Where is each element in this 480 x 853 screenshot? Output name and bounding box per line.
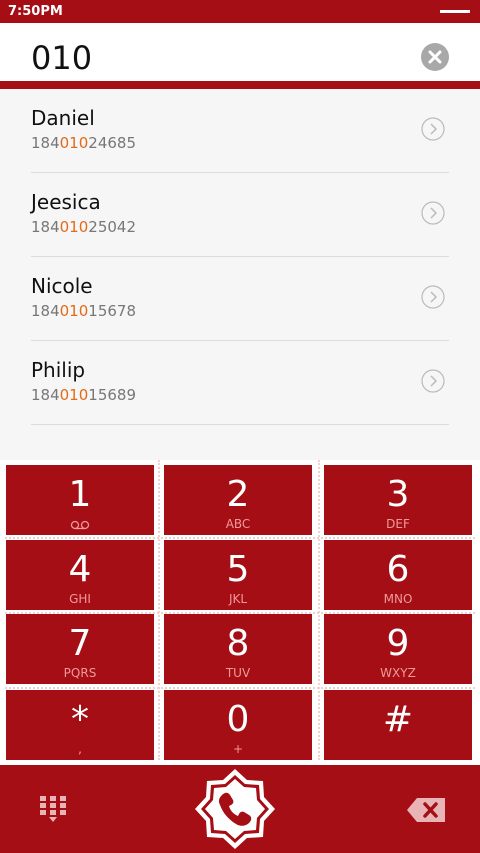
contact-number: 18401015678	[31, 302, 136, 320]
key-2[interactable]: 2 ABC	[164, 465, 312, 535]
dial-input-bar: 010	[0, 23, 480, 89]
key-digit: 0	[226, 699, 250, 740]
list-item[interactable]: Nicole 18401015678	[31, 257, 449, 341]
list-item[interactable]: Philip 18401015689	[31, 341, 449, 425]
key-digit: #	[382, 699, 414, 740]
contact-name: Philip	[31, 358, 86, 382]
key-digit: 2	[226, 474, 250, 515]
matched-digits: 010	[59, 218, 89, 236]
chevron-right-icon[interactable]	[421, 117, 445, 141]
backspace-icon[interactable]	[407, 798, 445, 822]
key-digit: 5	[226, 549, 250, 590]
contact-number: 18401024685	[31, 134, 136, 152]
keypad-divider	[318, 460, 320, 760]
key-digit: 4	[68, 549, 92, 590]
status-bar: 7:50PM	[0, 0, 480, 23]
key-digit: 8	[226, 623, 250, 664]
list-item[interactable]: Jeesica 18401025042	[31, 173, 449, 257]
key-letters: +	[232, 742, 244, 756]
contact-name: Nicole	[31, 274, 93, 298]
key-letters: JKL	[228, 592, 248, 606]
key-digit: 1	[68, 474, 92, 515]
key-digit: 7	[68, 623, 92, 664]
key-7[interactable]: 7 PQRS	[6, 614, 154, 684]
contact-name: Jeesica	[31, 190, 101, 214]
keypad-divider	[5, 612, 475, 614]
key-9[interactable]: 9 WXYZ	[324, 614, 472, 684]
dialer-action-bar	[0, 765, 480, 853]
voicemail-icon	[70, 520, 90, 530]
status-indicator-icon	[440, 10, 470, 13]
key-1[interactable]: 1	[6, 465, 154, 535]
key-letters: ,	[78, 742, 82, 756]
keypad-divider	[5, 687, 475, 689]
chevron-right-icon[interactable]	[421, 201, 445, 225]
key-8[interactable]: 8 TUV	[164, 614, 312, 684]
chevron-right-icon[interactable]	[421, 285, 445, 309]
key-4[interactable]: 4 GHI	[6, 540, 154, 610]
key-digit: *	[71, 699, 89, 740]
key-0[interactable]: 0 +	[164, 690, 312, 760]
contact-number: 18401015689	[31, 386, 136, 404]
contact-number: 18401025042	[31, 218, 136, 236]
key-letters: WXYZ	[380, 666, 416, 680]
keypad-divider	[5, 537, 475, 539]
key-5[interactable]: 5 JKL	[164, 540, 312, 610]
key-letters: TUV	[225, 666, 251, 680]
call-button[interactable]	[185, 767, 285, 851]
keypad-grid-icon[interactable]	[40, 796, 66, 822]
contact-name: Daniel	[31, 106, 95, 130]
dial-input[interactable]: 010	[31, 39, 92, 77]
key-digit: 9	[386, 623, 410, 664]
key-hash[interactable]: #	[324, 690, 472, 760]
key-3[interactable]: 3 DEF	[324, 465, 472, 535]
list-item[interactable]: Daniel 18401024685	[31, 89, 449, 173]
key-letters: ABC	[225, 517, 251, 531]
key-letters: DEF	[386, 517, 410, 531]
key-digit: 6	[386, 549, 410, 590]
matched-digits: 010	[59, 134, 89, 152]
status-time: 7:50PM	[8, 4, 63, 19]
key-digit: 3	[386, 474, 410, 515]
key-6[interactable]: 6 MNO	[324, 540, 472, 610]
clear-input-button[interactable]	[421, 43, 449, 71]
keypad-divider	[158, 460, 160, 760]
key-letters: PQRS	[63, 666, 97, 680]
key-letters: GHI	[69, 592, 91, 606]
key-star[interactable]: * ,	[6, 690, 154, 760]
matched-digits: 010	[59, 302, 89, 320]
contact-results-list: Daniel 18401024685 Jeesica 18401025042 N…	[0, 89, 480, 460]
matched-digits: 010	[59, 386, 89, 404]
clear-circle-icon	[428, 50, 442, 64]
chevron-right-icon[interactable]	[421, 369, 445, 393]
key-letters: MNO	[383, 592, 413, 606]
